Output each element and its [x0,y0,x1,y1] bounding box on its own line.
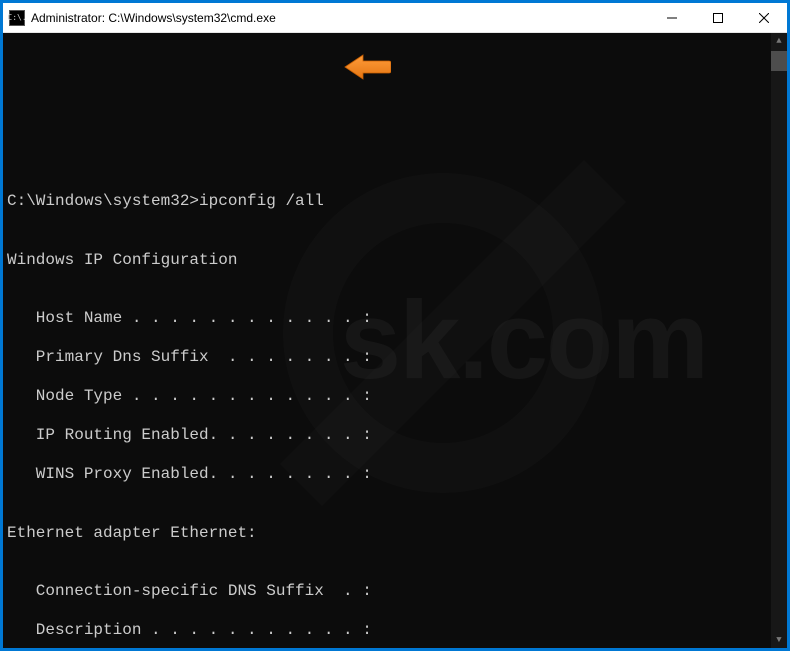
app-window: C:\. Administrator: C:\Windows\system32\… [3,3,787,648]
terminal-line: Host Name . . . . . . . . . . . . : [7,309,783,329]
minimize-button[interactable] [649,3,695,32]
scrollbar-thumb[interactable] [771,51,787,71]
maximize-icon [713,13,723,23]
terminal[interactable]: sk.com C:\Windows\system32>ipconfig /all… [3,33,787,648]
terminal-line: Description . . . . . . . . . . . : [7,621,783,641]
minimize-icon [667,13,677,23]
terminal-line: Connection-specific DNS Suffix . : [7,582,783,602]
window-controls [649,3,787,32]
cmd-icon: C:\. [9,10,25,26]
prompt: C:\Windows\system32> [7,192,199,210]
window-title: Administrator: C:\Windows\system32\cmd.e… [31,11,649,25]
prompt-line: C:\Windows\system32>ipconfig /all [7,192,783,212]
close-icon [759,13,769,23]
arrow-annotation-icon [343,53,391,81]
section-header: Windows IP Configuration [7,251,783,271]
terminal-line: Primary Dns Suffix . . . . . . . : [7,348,783,368]
cmd-icon-text: C:\. [7,14,26,22]
terminal-line: IP Routing Enabled. . . . . . . . : [7,426,783,446]
command: ipconfig /all [199,192,324,210]
scroll-up-icon[interactable]: ▲ [771,33,787,49]
terminal-line: Node Type . . . . . . . . . . . . : [7,387,783,407]
maximize-button[interactable] [695,3,741,32]
adapter-header: Ethernet adapter Ethernet: [7,524,783,544]
titlebar[interactable]: C:\. Administrator: C:\Windows\system32\… [3,3,787,33]
terminal-line: WINS Proxy Enabled. . . . . . . . : [7,465,783,485]
close-button[interactable] [741,3,787,32]
terminal-content: C:\Windows\system32>ipconfig /all Window… [7,153,783,648]
